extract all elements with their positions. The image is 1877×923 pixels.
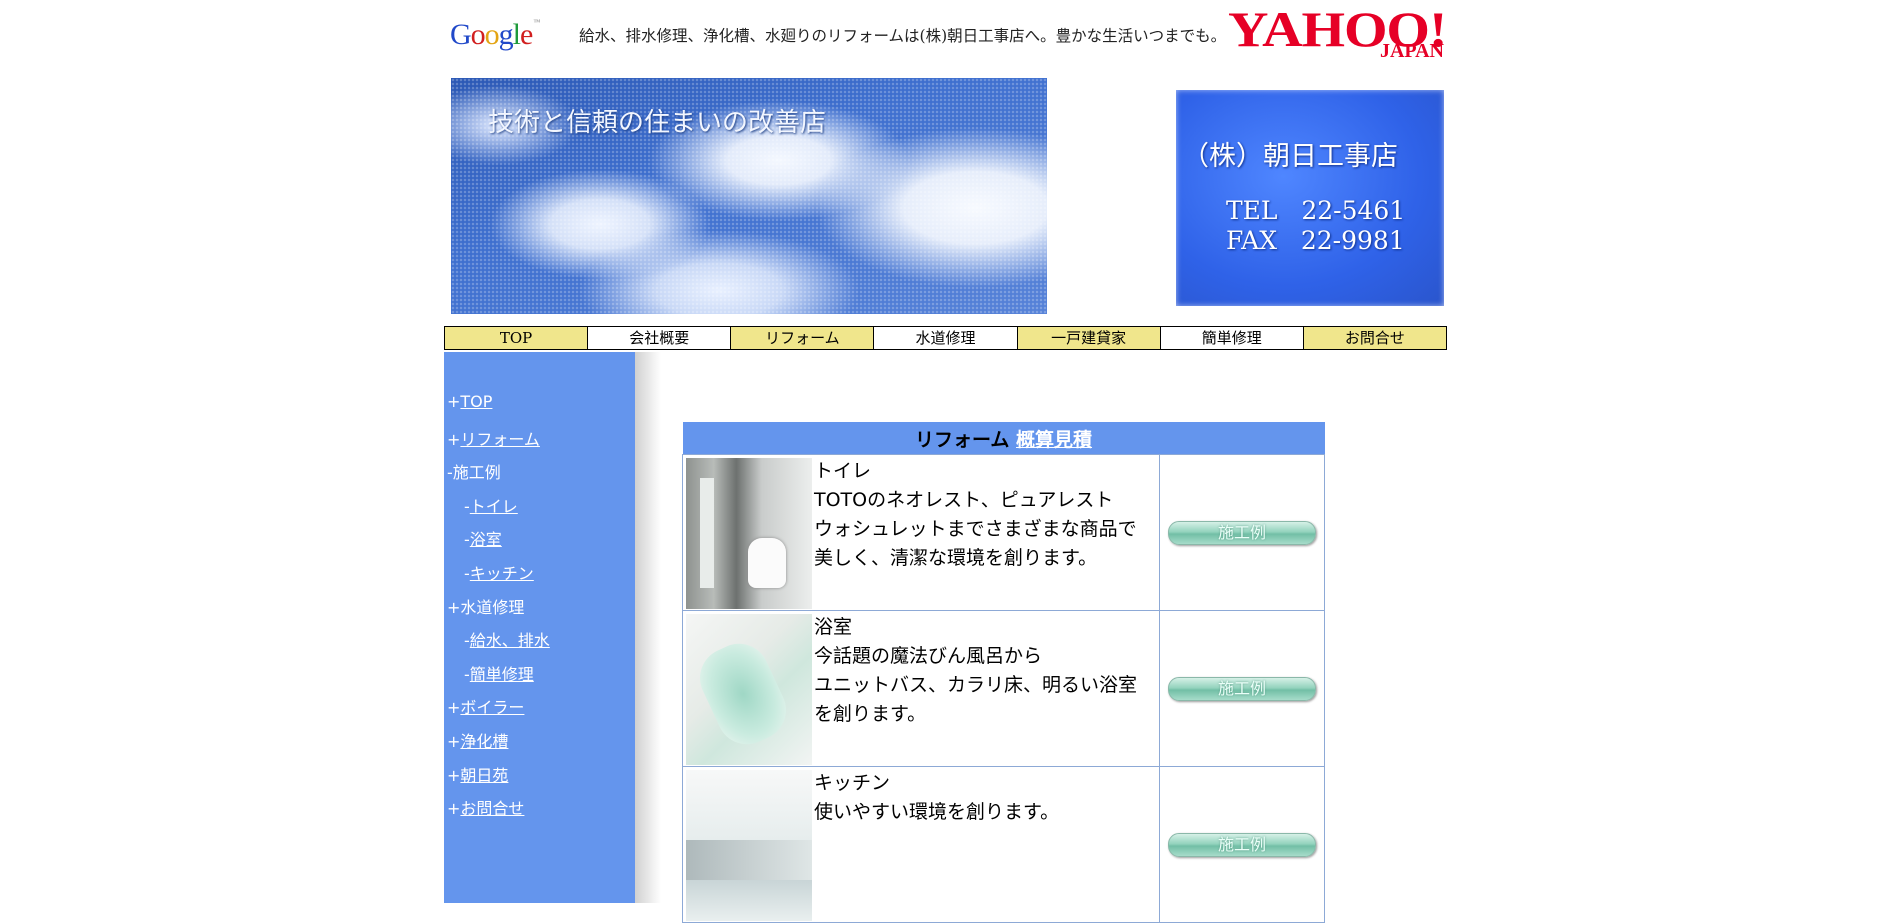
item-desc-line: ウォシュレットまでさまざまな商品で: [814, 518, 1137, 540]
sidebar-item-boiler: +ボイラー: [447, 698, 525, 718]
sidebar-item-septic-tank: +浄化槽: [447, 731, 509, 751]
sidebar-link-bathroom[interactable]: 浴室: [470, 530, 502, 549]
reform-item-kitchen: キッチン 使いやすい環境を創ります。: [682, 766, 1160, 923]
page-wrapper: Google™ 給水、排水修理、浄化槽、水廻りのリフォームは(株)朝日工事店へ。…: [443, 0, 1448, 923]
sidebar-item-top: +TOP: [447, 392, 493, 411]
reform-item-toilet: トイレ TOTOのネオレスト、ピュアレスト ウォシュレットまでさまざまな商品で …: [682, 454, 1160, 611]
item-desc-line: TOTOのネオレスト、ピュアレスト: [814, 489, 1114, 511]
sidebar-link-reform[interactable]: リフォーム: [460, 430, 540, 449]
site-tagline: 給水、排水修理、浄化槽、水廻りのリフォームは(株)朝日工事店へ。豊かな生活いつま…: [579, 27, 1227, 45]
reform-title: リフォーム: [914, 428, 1010, 451]
reform-item-bathroom: 浴室 今話題の魔法びん風呂から ユニットバス、カラリ床、明るい浴室 を創ります。: [682, 610, 1160, 767]
sidebar-link-septic-tank[interactable]: 浄化槽: [460, 732, 508, 751]
sidebar-item-kitchen: -キッチン: [464, 563, 534, 583]
sidebar-link-top[interactable]: TOP: [460, 392, 492, 411]
sidebar: +TOP +リフォーム -施工例 -トイレ -浴室 -キッチン +水道修理 -給…: [444, 352, 635, 903]
nav-company-profile[interactable]: 会社概要: [588, 327, 732, 349]
sidebar-shadow: [635, 352, 661, 903]
table-row: トイレ TOTOのネオレスト、ピュアレスト ウォシュレットまでさまざまな商品で …: [682, 454, 1325, 611]
sidebar-item-water-repair: +水道修理: [447, 597, 525, 617]
sidebar-label-water-repair: 水道修理: [460, 597, 525, 617]
sidebar-menu: +TOP +リフォーム -施工例 -トイレ -浴室 -キッチン +水道修理 -給…: [447, 392, 550, 829]
sidebar-link-kitchen[interactable]: キッチン: [470, 564, 534, 583]
kitchen-photo: [686, 770, 812, 921]
nav-contact[interactable]: お問合せ: [1303, 327, 1446, 349]
company-info-banner: （株）朝日工事店 TEL 22-5461 FAX 22-9981: [1176, 90, 1444, 306]
nav-rental-house[interactable]: 一戸建貸家: [1017, 327, 1161, 349]
item-title: 浴室: [814, 616, 853, 638]
button-cell: 施工例: [1159, 766, 1325, 923]
table-row: キッチン 使いやすい環境を創ります。 施工例: [682, 766, 1325, 923]
sidebar-link-supply-drain[interactable]: 給水、排水: [470, 631, 550, 650]
nav-reform[interactable]: リフォーム: [731, 327, 875, 349]
item-title: トイレ: [814, 460, 872, 482]
sidebar-item-toilet: -トイレ: [464, 496, 518, 516]
item-desc-line: 美しく、清潔な環境を創ります。: [814, 547, 1098, 569]
button-cell: 施工例: [1159, 610, 1325, 767]
sidebar-item-easy-repair: -簡単修理: [464, 664, 534, 684]
item-title: キッチン: [814, 772, 891, 794]
toilet-photo: [686, 458, 812, 609]
hero-banner: 技術と信頼の住まいの改善店: [451, 78, 1047, 314]
item-desc-line: ユニットバス、カラリ床、明るい浴室: [814, 674, 1138, 696]
bathroom-photo: [686, 614, 812, 765]
sidebar-link-asahien[interactable]: 朝日苑: [460, 766, 508, 785]
reform-table: リフォーム 概算見積 トイレ TOTOのネオレスト、ピュアレスト ウォシュレット…: [682, 422, 1325, 923]
sidebar-link-contact[interactable]: お問合せ: [460, 799, 524, 818]
bathroom-examples-button[interactable]: 施工例: [1168, 676, 1316, 701]
estimate-link[interactable]: 概算見積: [1016, 429, 1092, 451]
item-desc-line: 使いやすい環境を創ります。: [814, 801, 1060, 823]
sidebar-item-bathroom: -浴室: [464, 530, 502, 550]
button-cell: 施工例: [1159, 454, 1325, 611]
toilet-examples-button[interactable]: 施工例: [1168, 520, 1316, 545]
sidebar-link-toilet[interactable]: トイレ: [470, 497, 518, 516]
sidebar-item-supply-drain: -給水、排水: [464, 631, 550, 651]
sidebar-item-asahien: +朝日苑: [447, 765, 509, 785]
item-desc-line: を創ります。: [814, 703, 927, 725]
sidebar-item-contact: +お問合せ: [447, 799, 525, 819]
kitchen-examples-button[interactable]: 施工例: [1168, 832, 1316, 857]
sidebar-link-easy-repair[interactable]: 簡単修理: [470, 665, 534, 684]
sidebar-item-examples: -施工例: [447, 463, 501, 483]
sidebar-label-examples: 施工例: [452, 463, 501, 483]
company-tel: TEL 22-5461: [1226, 196, 1406, 225]
yahoo-logo-subtext: JAPAN: [1379, 40, 1444, 62]
global-nav: TOP 会社概要 リフォーム 水道修理 一戸建貸家 簡単修理 お問合せ: [444, 326, 1447, 350]
google-logo[interactable]: Google™: [450, 18, 540, 52]
reform-table-header: リフォーム 概算見積: [682, 422, 1325, 455]
yahoo-japan-logo[interactable]: YAHOO! JAPAN: [1228, 3, 1448, 65]
company-name: （株）朝日工事店: [1182, 141, 1398, 172]
company-fax: FAX 22-9981: [1226, 226, 1405, 255]
hero-slogan: 技術と信頼の住まいの改善店: [488, 108, 827, 138]
nav-top[interactable]: TOP: [445, 327, 589, 349]
item-desc-line: 今話題の魔法びん風呂から: [814, 645, 1043, 667]
sidebar-item-reform: +リフォーム: [447, 429, 540, 449]
nav-water-repair[interactable]: 水道修理: [874, 327, 1018, 349]
sidebar-link-boiler[interactable]: ボイラー: [460, 698, 524, 717]
table-row: 浴室 今話題の魔法びん風呂から ユニットバス、カラリ床、明るい浴室 を創ります。…: [682, 610, 1325, 767]
nav-easy-repair[interactable]: 簡単修理: [1160, 327, 1304, 349]
